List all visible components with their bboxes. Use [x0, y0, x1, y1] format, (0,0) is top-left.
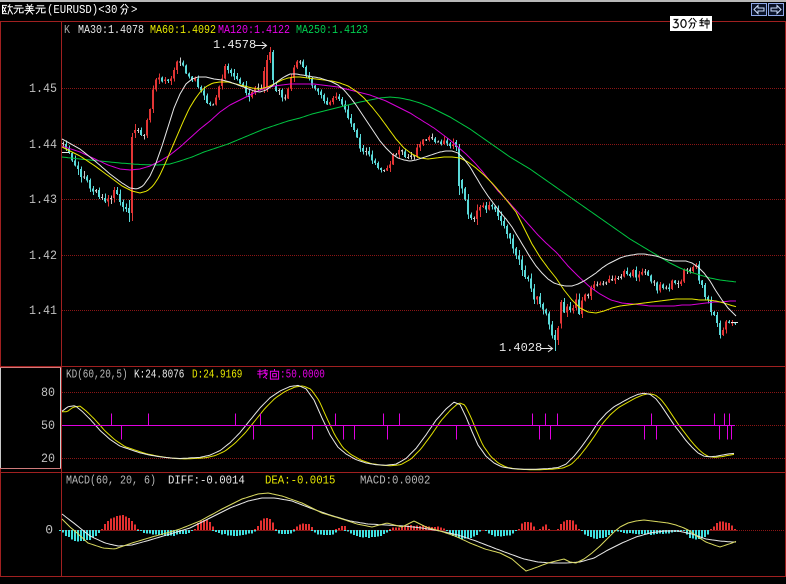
svg-text:MACD(60, 20, 6): MACD(60, 20, 6): [66, 474, 156, 488]
svg-text:>: >: [131, 3, 137, 17]
svg-text:MACD:0.0002: MACD:0.0002: [360, 474, 430, 488]
svg-text:1.44: 1.44: [29, 137, 57, 152]
svg-text:DEA:-0.0015: DEA:-0.0015: [265, 474, 335, 488]
svg-text:K: K: [64, 23, 71, 37]
svg-text:1.41: 1.41: [29, 303, 57, 318]
svg-text:0: 0: [45, 523, 53, 538]
svg-text:1.4028: 1.4028: [499, 341, 542, 355]
svg-text:MA60:1.4092: MA60:1.4092: [150, 23, 216, 37]
svg-text:1.42: 1.42: [29, 248, 57, 263]
svg-text:MA120:1.4122: MA120:1.4122: [218, 23, 290, 37]
svg-text::50.0000: :50.0000: [280, 368, 325, 382]
svg-text:(EURUSD)<30: (EURUSD)<30: [47, 3, 117, 17]
svg-text:50: 50: [41, 418, 55, 433]
svg-text:1.43: 1.43: [29, 192, 57, 207]
svg-text:MA250:1.4123: MA250:1.4123: [296, 23, 368, 37]
svg-text:MA30:1.4078: MA30:1.4078: [78, 23, 144, 37]
svg-text:K:24.8076: K:24.8076: [134, 368, 184, 382]
svg-text:80: 80: [41, 385, 55, 400]
svg-text:D:24.9169: D:24.9169: [192, 368, 242, 382]
svg-text:20: 20: [41, 451, 55, 466]
svg-text:KD(60,20,5): KD(60,20,5): [66, 368, 128, 382]
svg-text:1.4578: 1.4578: [213, 38, 256, 52]
svg-text:DIFF:-0.0014: DIFF:-0.0014: [168, 474, 245, 488]
svg-text:1.45: 1.45: [29, 81, 57, 96]
